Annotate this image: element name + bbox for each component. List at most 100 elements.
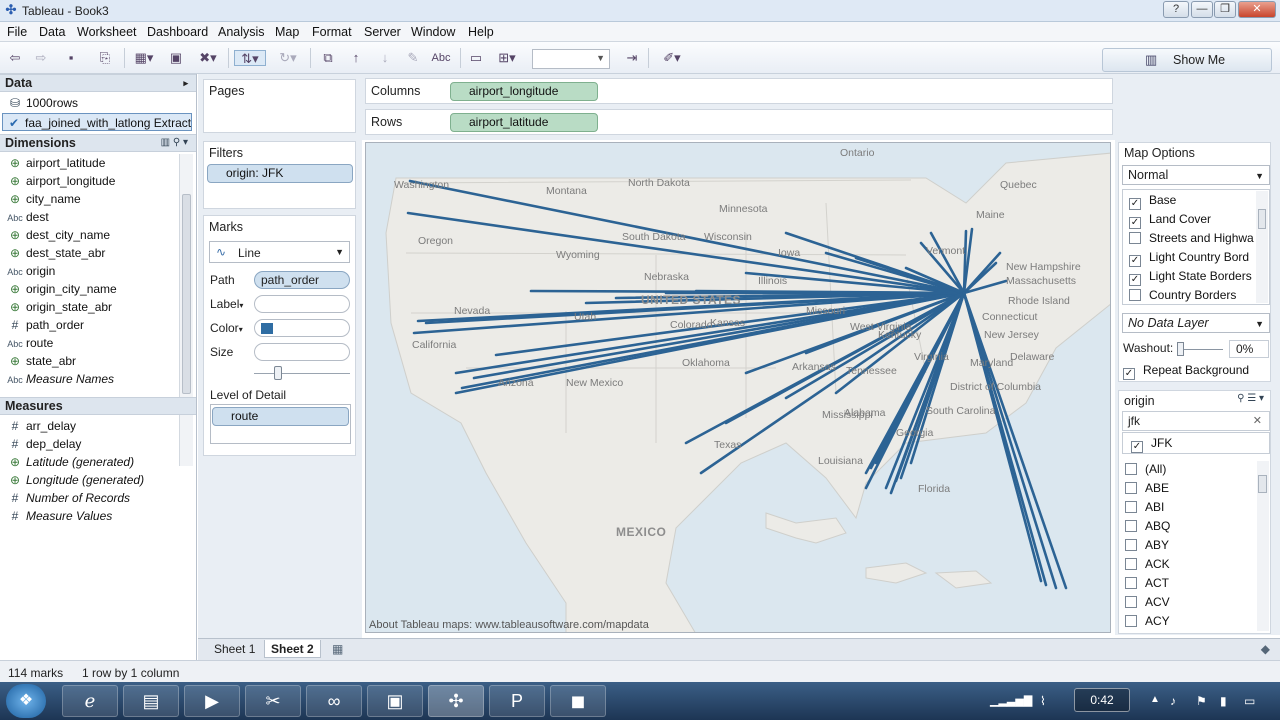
tab-sheet-2[interactable]: Sheet 2 [264,640,321,658]
filter-item-abe[interactable]: ABE [1125,479,1169,498]
chevron-down-icon[interactable]: ▸ [183,75,188,91]
filter-item-jfk[interactable]: ✓ JFK [1131,434,1172,453]
dimension-origin-city-name[interactable]: ⊕ origin_city_name [4,280,117,298]
tableau-taskbar-icon[interactable]: ✣ [428,685,484,717]
save-icon[interactable]: ▪ [62,50,80,66]
pen-icon[interactable]: ✐▾ [656,50,688,66]
presentation-icon[interactable]: ▭ [466,50,486,66]
filter-item-act[interactable]: ACT [1125,574,1169,593]
size-slider-thumb[interactable] [274,366,282,380]
battery-icon[interactable]: ▮ [1220,694,1227,708]
map-layer-country-borders[interactable]: Country Borders [1129,286,1236,305]
flag-icon[interactable]: ⚑ [1196,694,1207,708]
media-player-icon[interactable]: ▶ [184,685,240,717]
dimension-dest-city-name[interactable]: ⊕ dest_city_name [4,226,110,244]
back-icon[interactable]: ⇦ [6,50,24,66]
map-view[interactable]: Washington Montana North Dakota Ontario Queb… [365,142,1111,633]
columns-pill[interactable]: airport_longitude [450,82,598,101]
close-button[interactable]: ✕ [1238,1,1276,18]
checkbox-checked-icon[interactable]: ✓ [1129,217,1141,229]
clear-search-icon[interactable]: ✕ [1253,414,1262,427]
fix-axes-icon[interactable]: ⇥ [622,50,642,66]
filter-item-acv[interactable]: ACV [1125,593,1170,612]
measure-longitude-generated[interactable]: ⊕ Longitude (generated) [4,471,144,489]
checkbox-unchecked-icon[interactable] [1125,558,1137,570]
connect-data-icon[interactable]: ⎘ [94,50,116,66]
map-style-dropdown[interactable]: Normal ▼ [1122,165,1270,185]
dimension-state-abr[interactable]: ⊕ state_abr [4,352,76,370]
dimension-path-order[interactable]: # path_order [4,316,84,334]
highlight-icon[interactable]: ✎ [404,50,422,66]
checkbox-unchecked-icon[interactable] [1125,615,1137,627]
quick-filter-search-input[interactable]: jfk [1122,411,1270,431]
data-source-1000rows[interactable]: ⛁ 1000rows [4,94,78,112]
filter-item-all[interactable]: (All) [1125,460,1166,479]
quick-filter-scrollbar[interactable] [1257,461,1269,631]
map-layer-land-cover[interactable]: ✓ Land Cover [1129,210,1211,229]
menu-data[interactable]: Data [39,25,65,39]
search-menu-icon[interactable]: ⚲ ☰ ▾ [1237,393,1264,404]
size-slider-track[interactable] [254,373,350,374]
new-worksheet-icon[interactable]: ▦▾ [130,50,158,66]
filters-card[interactable]: Filters origin: JFK [203,141,356,209]
menu-dashboard[interactable]: Dashboard [147,25,208,39]
dimension-dest-state-abr[interactable]: ⊕ dest_state_abr [4,244,105,262]
show-me-button[interactable]: ▥ Show Me [1102,48,1272,72]
scrollbar-thumb[interactable] [182,194,191,394]
menu-window[interactable]: Window [411,25,455,39]
internet-explorer-icon[interactable]: ℯ [62,685,118,717]
size-drop-target[interactable] [254,343,350,361]
lod-pill-route[interactable]: route [212,407,349,426]
dimension-origin-state-abr[interactable]: ⊕ origin_state_abr [4,298,112,316]
measure-dep-delay[interactable]: # dep_delay [4,435,82,453]
sort-ascending-icon[interactable]: ↑ [346,50,366,66]
fit-icon[interactable]: ⊞▾ [492,50,522,66]
size-label[interactable]: Size [210,345,233,359]
wireless-icon[interactable]: ⌇ [1040,694,1046,708]
checkbox-checked-icon[interactable]: ✓ [1129,255,1141,267]
show-hidden-icons-icon[interactable]: ▲ [1150,694,1160,705]
checkbox-checked-icon[interactable]: ✓ [1131,441,1143,453]
checkbox-unchecked-icon[interactable] [1129,289,1141,301]
lod-drop-target[interactable]: route [210,404,351,444]
columns-shelf[interactable]: Columns airport_longitude [365,78,1113,104]
clock[interactable]: 0:42 [1074,688,1130,712]
signal-strength-icon[interactable]: ▁▂▃▅▇ [990,694,1032,707]
menu-map[interactable]: Map [275,25,299,39]
restore-button[interactable]: ❐ [1214,1,1236,18]
washout-slider-thumb[interactable] [1177,342,1184,356]
dimensions-tools-icon[interactable]: ▥ ⚲ ▾ [161,135,188,151]
map-layer-base[interactable]: ✓ Base [1129,191,1176,210]
menu-help[interactable]: Help [468,25,494,39]
measure-latitude-generated[interactable]: ⊕ Latitude (generated) [4,453,134,471]
checkbox-checked-icon[interactable]: ✓ [1129,198,1141,210]
group-icon[interactable]: ⧉ [318,50,338,66]
map-layer-light-country-bord[interactable]: ✓ Light Country Bord [1129,248,1249,267]
checkbox-unchecked-icon[interactable] [1125,577,1137,589]
path-pill[interactable]: path_order [254,271,350,289]
measure-number-of-records[interactable]: # Number of Records [4,489,130,507]
snipping-tool-icon[interactable]: ✂ [245,685,301,717]
powerpoint-icon[interactable]: P [489,685,545,717]
fit-dropdown[interactable]: ▼ [532,49,610,69]
tab-sheet-1[interactable]: Sheet 1 [208,640,261,658]
label-button[interactable]: Label▾ [210,297,243,311]
minimize-button[interactable]: — [1191,1,1213,18]
menu-worksheet[interactable]: Worksheet [77,25,137,39]
map-layer-streets-and-highwa[interactable]: Streets and Highwa [1129,229,1254,248]
checkbox-unchecked-icon[interactable] [1125,596,1137,608]
remote-desktop-icon[interactable]: ▣ [367,685,423,717]
checkbox-unchecked-icon[interactable] [1125,539,1137,551]
path-label[interactable]: Path [210,273,235,287]
color-drop-target[interactable] [254,319,350,337]
sort-descending-icon[interactable]: ↓ [374,50,396,66]
checkbox-unchecked-icon[interactable] [1125,463,1137,475]
map-layer-light-state-borders[interactable]: ✓ Light State Borders [1129,267,1252,286]
filter-item-acy[interactable]: ACY [1125,612,1170,631]
infinity-app-icon[interactable]: ∞ [306,685,362,717]
refresh-icon[interactable]: ↻▾ [274,50,302,66]
menu-format[interactable]: Format [312,25,352,39]
scrollbar-thumb[interactable] [1258,209,1266,229]
menu-analysis[interactable]: Analysis [218,25,265,39]
dimension-measure-names[interactable]: Abc Measure Names [4,370,114,388]
